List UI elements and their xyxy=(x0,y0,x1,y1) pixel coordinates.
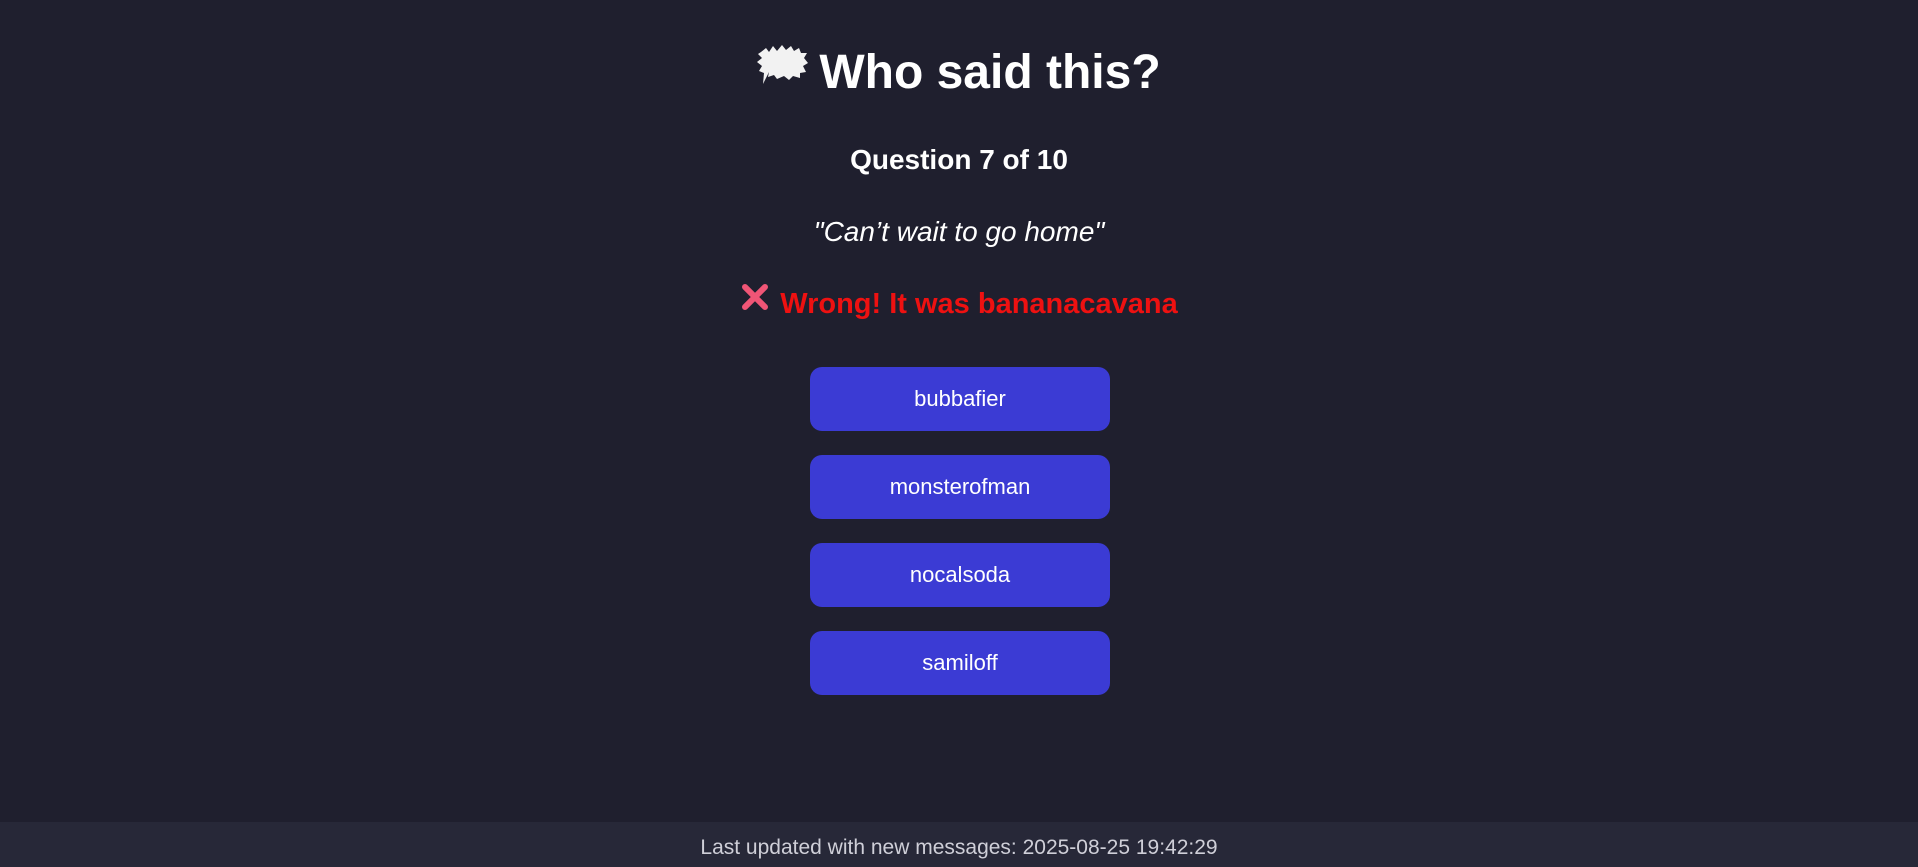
page-title: Who said this? xyxy=(0,42,1918,106)
result-feedback: Wrong! It was bananacavana xyxy=(0,282,1918,325)
cross-mark-icon xyxy=(740,282,770,322)
speech-bubble-icon xyxy=(757,40,809,102)
answer-option-button[interactable]: samiloff xyxy=(810,631,1110,695)
answer-option-button[interactable]: monsterofman xyxy=(810,455,1110,519)
result-feedback-text: Wrong! It was bananacavana xyxy=(780,288,1178,320)
answer-option-button[interactable]: bubbafier xyxy=(810,367,1110,431)
quote-text: "Can’t wait to go home" xyxy=(813,216,1105,247)
last-updated-footer: Last updated with new messages: 2025-08-… xyxy=(0,822,1918,867)
answer-option-button[interactable]: nocalsoda xyxy=(810,543,1110,607)
page-title-text: Who said this? xyxy=(819,46,1161,99)
quiz-page: Who said this? Question 7 of 10 "Can’t w… xyxy=(0,0,1918,867)
question-counter: Question 7 of 10 xyxy=(850,144,1068,175)
answer-options: bubbafier monsterofman nocalsoda samilof… xyxy=(810,367,1110,719)
